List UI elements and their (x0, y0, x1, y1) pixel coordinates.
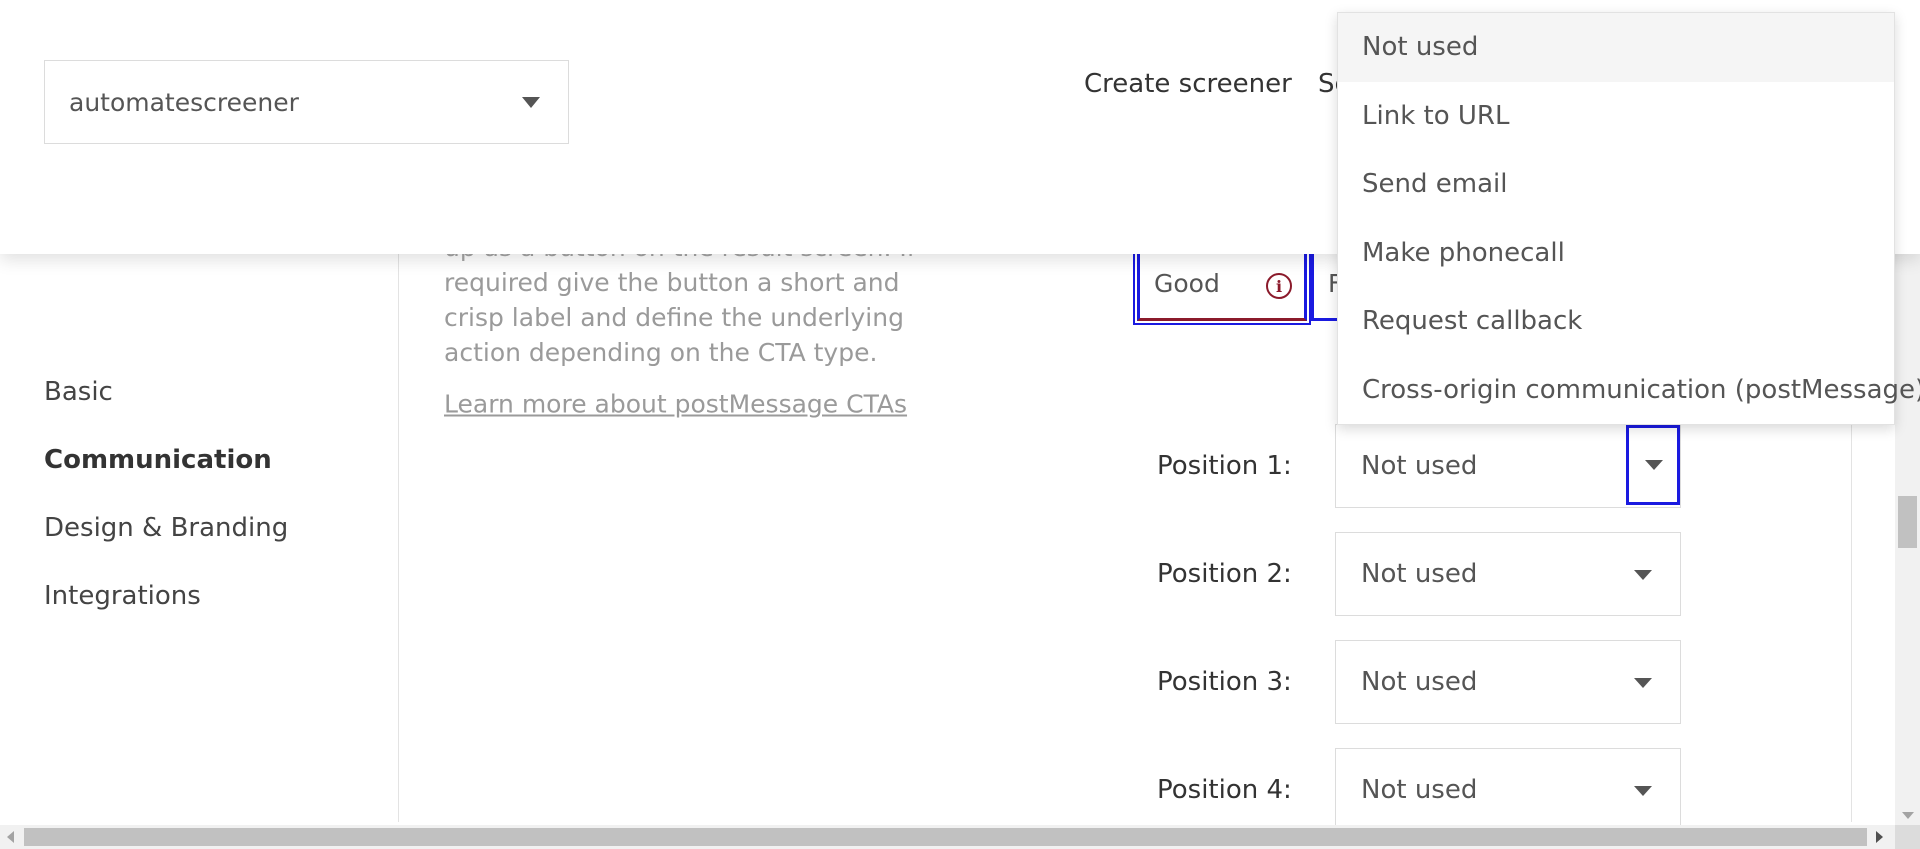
sidebar-item-communication[interactable]: Communication (44, 445, 272, 475)
position-4-label: Position 4: (1157, 775, 1292, 805)
position-1-value: Not used (1361, 451, 1478, 481)
dropdown-option-send-email[interactable]: Send email (1338, 150, 1894, 219)
screener-select-value: automatescreener (69, 87, 299, 117)
position-3-select[interactable]: Not used (1335, 640, 1681, 724)
screener-select[interactable]: automatescreener (44, 60, 569, 144)
position-1-dropdown-toggle[interactable] (1626, 425, 1680, 505)
learn-more-postmessage-link[interactable]: Learn more about postMessage CTAs (444, 390, 907, 419)
scroll-down-arrow-icon[interactable] (1902, 812, 1914, 819)
create-screener-link[interactable]: Create screener (1084, 69, 1292, 99)
dropdown-option-not-used[interactable]: Not used (1338, 13, 1894, 82)
dropdown-option-postmessage[interactable]: Cross-origin communication (postMessage) (1338, 356, 1920, 425)
info-icon[interactable]: i (1266, 273, 1292, 299)
position-4-value: Not used (1361, 775, 1478, 805)
position-3-label: Position 3: (1157, 667, 1292, 697)
sidebar-item-basic[interactable]: Basic (44, 377, 113, 407)
scroll-right-arrow-icon[interactable] (1876, 831, 1883, 843)
dropdown-option-link-to-url[interactable]: Link to URL (1338, 82, 1894, 151)
position-1-select[interactable]: Not used (1335, 424, 1681, 508)
chevron-down-icon (1634, 570, 1652, 580)
good-rating-field[interactable]: Good i (1133, 242, 1311, 325)
scrollbar-corner (1895, 825, 1920, 849)
good-rating-label: Good (1154, 269, 1220, 298)
scroll-left-arrow-icon[interactable] (7, 831, 14, 843)
sidebar-item-integrations[interactable]: Integrations (44, 581, 201, 611)
position-2-select[interactable]: Not used (1335, 532, 1681, 616)
dropdown-option-request-callback[interactable]: Request callback (1338, 287, 1894, 356)
position-2-label: Position 2: (1157, 559, 1292, 589)
chevron-down-icon (1645, 460, 1663, 470)
description-text: required give the button a short and cri… (444, 268, 904, 367)
cta-type-dropdown-menu: Not used Link to URL Send email Make pho… (1337, 12, 1920, 425)
position-3-value: Not used (1361, 667, 1478, 697)
dropdown-option-make-phonecall[interactable]: Make phonecall (1338, 219, 1894, 288)
horizontal-scrollbar[interactable] (0, 825, 1895, 849)
position-2-value: Not used (1361, 559, 1478, 589)
sidebar-item-design-branding[interactable]: Design & Branding (44, 513, 288, 543)
horizontal-scrollbar-thumb[interactable] (24, 828, 1867, 846)
chevron-down-icon (522, 97, 540, 108)
sidebar-divider (398, 254, 399, 822)
vertical-scrollbar-thumb[interactable] (1898, 496, 1917, 548)
position-1-label: Position 1: (1157, 451, 1292, 481)
chevron-down-icon (1634, 678, 1652, 688)
position-4-select[interactable]: Not used (1335, 748, 1681, 832)
chevron-down-icon (1634, 786, 1652, 796)
